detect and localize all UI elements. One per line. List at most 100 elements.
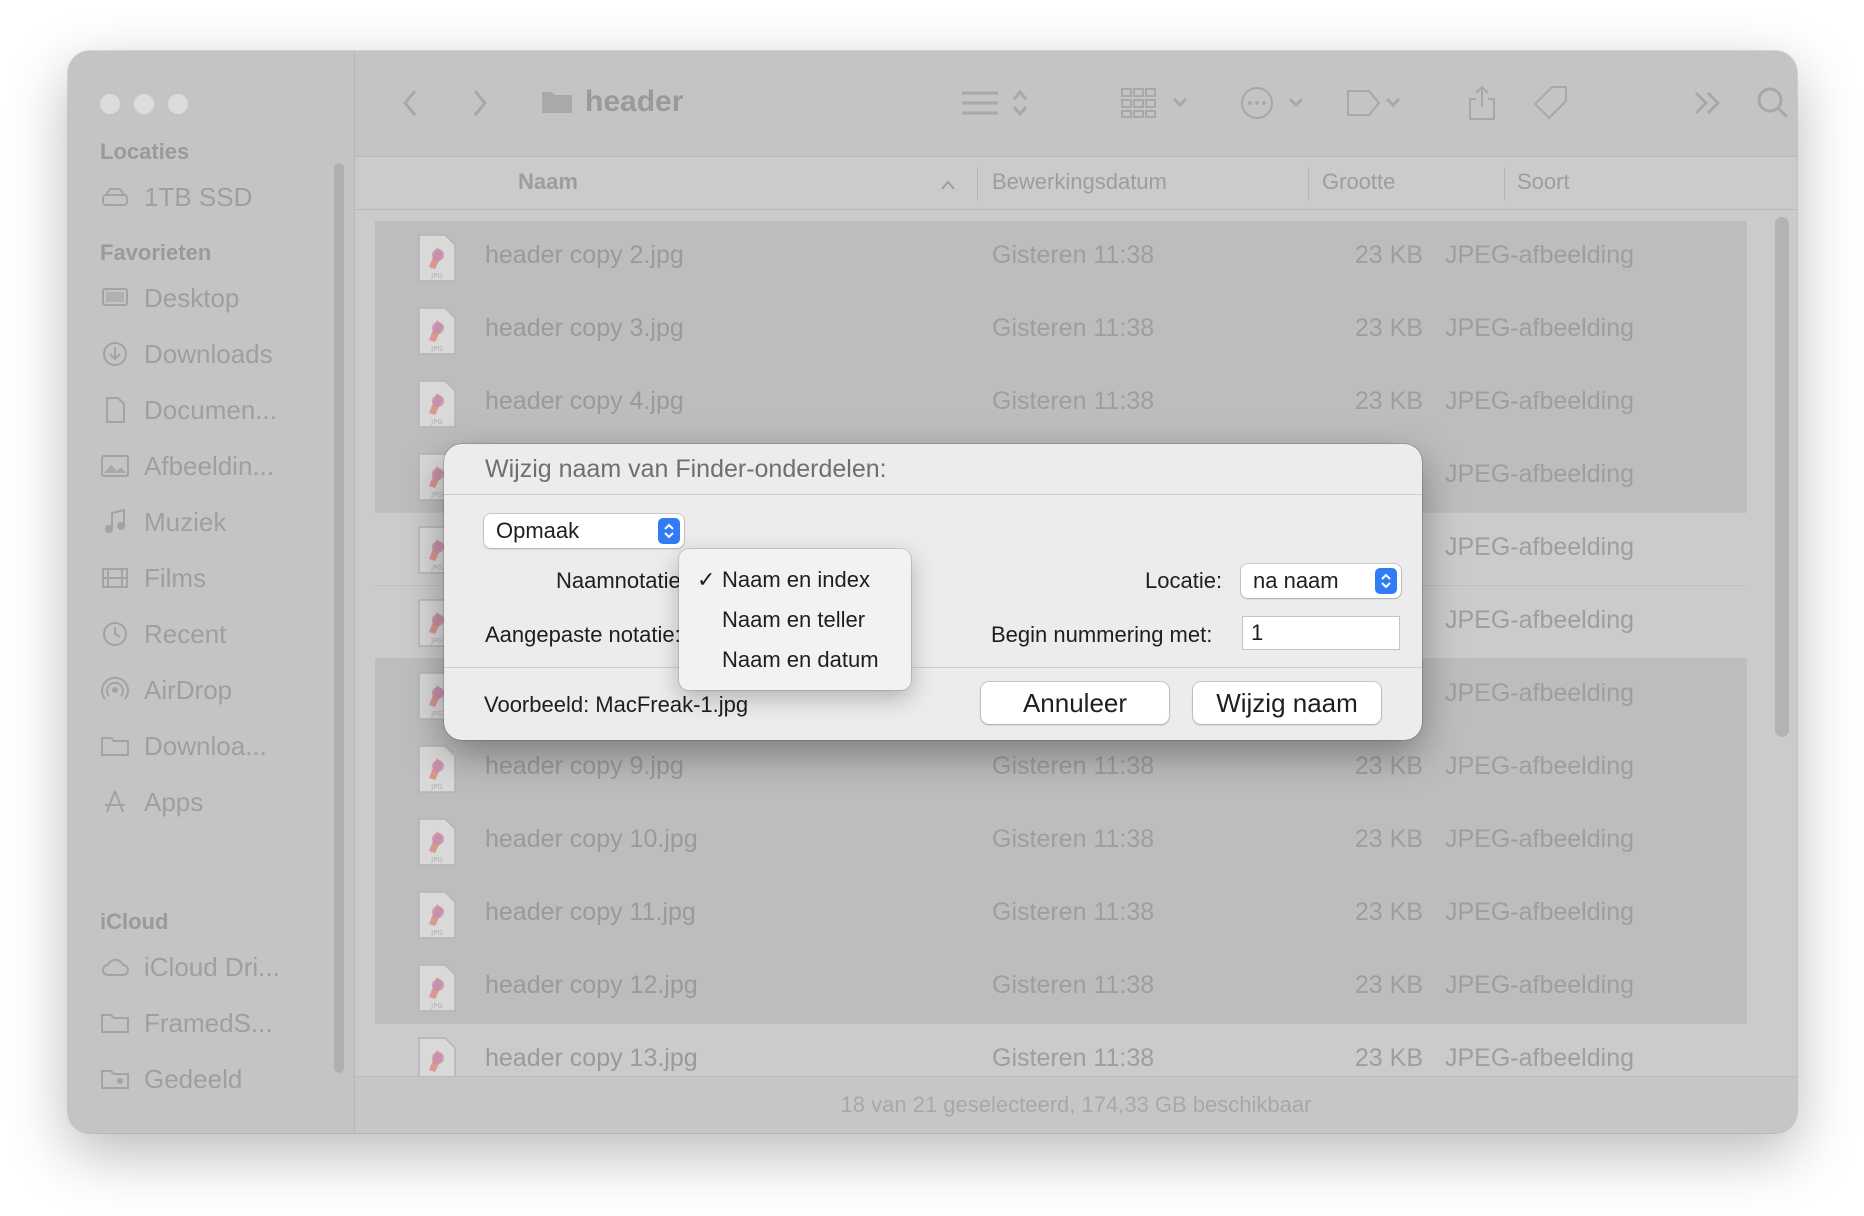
list-view-icon bbox=[962, 89, 1028, 117]
search-icon bbox=[1757, 87, 1789, 119]
zoom-window-button[interactable] bbox=[168, 94, 188, 114]
file-kind: JPEG-afbeelding bbox=[1445, 241, 1635, 269]
cancel-button[interactable]: Annuleer bbox=[981, 682, 1169, 724]
menu-item-name-and-counter[interactable]: Naam en teller bbox=[679, 600, 911, 640]
sidebar-item-icloud-drive[interactable]: iCloud Dri... bbox=[100, 947, 280, 987]
sidebar-scrollbar[interactable] bbox=[334, 163, 344, 1073]
sidebar-item-downloads[interactable]: Downloads bbox=[100, 334, 273, 374]
location-popup[interactable]: na naam bbox=[1241, 564, 1401, 598]
location-value: na naam bbox=[1253, 568, 1339, 593]
sidebar-item-label: Afbeeldin... bbox=[144, 450, 275, 481]
status-bar: 18 van 21 geselecteerd, 174,33 GB beschi… bbox=[355, 1076, 1797, 1133]
rename-button[interactable]: Wijzig naam bbox=[1193, 682, 1381, 724]
action-button[interactable] bbox=[1240, 81, 1312, 125]
sidebar-item-recent[interactable]: Recent bbox=[100, 614, 226, 654]
sidebar-item-pictures[interactable]: Afbeeldin... bbox=[100, 446, 274, 486]
column-divider[interactable] bbox=[1504, 167, 1505, 201]
file-size: 23 KB bbox=[1354, 971, 1423, 999]
sidebar-item-label: Apps bbox=[144, 786, 204, 817]
rename-mode-value: Opmaak bbox=[496, 518, 580, 543]
file-kind: JPEG-afbeelding bbox=[1445, 533, 1635, 561]
table-row[interactable]: JPG header copy 2.jpg Gisteren 11:38 23 KB J… bbox=[375, 221, 1747, 294]
share-button[interactable] bbox=[1465, 81, 1499, 125]
svg-text:JPG: JPG bbox=[430, 783, 443, 791]
file-size: 23 KB bbox=[1354, 825, 1423, 853]
list-view-button[interactable] bbox=[957, 81, 1037, 125]
cloud-icon bbox=[100, 952, 130, 982]
document-icon bbox=[100, 395, 130, 425]
file-name: header copy 12.jpg bbox=[485, 971, 698, 999]
group-button[interactable] bbox=[1120, 81, 1196, 125]
file-name: header copy 10.jpg bbox=[485, 825, 698, 853]
column-kind[interactable]: Soort bbox=[1517, 169, 1570, 195]
sidebar-item-label: Desktop bbox=[144, 282, 240, 313]
close-window-button[interactable] bbox=[100, 94, 120, 114]
more-icon bbox=[1241, 87, 1304, 119]
download-icon bbox=[100, 339, 130, 369]
sidebar-item-airdrop[interactable]: AirDrop bbox=[100, 670, 232, 710]
sidebar-item-label: iCloud Dri... bbox=[144, 951, 280, 982]
svg-text:JPG: JPG bbox=[430, 418, 443, 426]
sidebar-item-desktop[interactable]: Desktop bbox=[100, 278, 239, 318]
sidebar-item-downloads-folder[interactable]: Downloa... bbox=[100, 726, 267, 766]
sidebar-item-shared[interactable]: Gedeeld bbox=[100, 1059, 242, 1099]
search-button[interactable] bbox=[1755, 81, 1791, 125]
file-kind: JPEG-afbeelding bbox=[1445, 825, 1635, 853]
sidebar-section-locations: Locaties bbox=[100, 139, 190, 164]
file-date: Gisteren 11:38 bbox=[992, 1044, 1155, 1072]
column-date[interactable]: Bewerkingsdatum bbox=[992, 169, 1167, 195]
column-divider[interactable] bbox=[1308, 167, 1309, 201]
sidebar-item-films[interactable]: Films bbox=[100, 558, 206, 598]
location-label: Locatie: bbox=[1145, 568, 1223, 593]
file-size: 23 KB bbox=[1354, 1044, 1423, 1072]
back-button[interactable] bbox=[395, 81, 425, 125]
minimize-window-button[interactable] bbox=[134, 94, 154, 114]
svg-text:JPG: JPG bbox=[430, 345, 443, 353]
table-row[interactable]: JPG header copy 10.jpg Gisteren 11:38 23 KB… bbox=[375, 805, 1747, 878]
file-list-scrollbar[interactable] bbox=[1775, 217, 1789, 737]
sidebar-item-documents[interactable]: Documen... bbox=[100, 390, 277, 430]
column-divider[interactable] bbox=[977, 167, 978, 201]
column-size[interactable]: Grootte bbox=[1322, 169, 1395, 195]
start-number-field[interactable]: 1 bbox=[1242, 616, 1400, 650]
sidebar-item-label: AirDrop bbox=[144, 674, 233, 705]
tags-button[interactable] bbox=[1531, 81, 1571, 125]
sidebar-section-icloud: iCloud bbox=[100, 909, 169, 934]
svg-text:JPG: JPG bbox=[430, 637, 443, 645]
dialog-divider bbox=[444, 494, 1422, 495]
name-format-label: Naamnotatie: bbox=[556, 568, 687, 593]
column-name[interactable]: Naam bbox=[518, 169, 578, 195]
table-row[interactable]: JPG header copy 4.jpg Gisteren 11:38 23 KB J… bbox=[375, 367, 1747, 440]
table-row[interactable]: JPG header copy 9.jpg Gisteren 11:38 23 KB J… bbox=[375, 732, 1747, 805]
table-row[interactable]: JPG header copy 11.jpg Gisteren 11:38 23 KB… bbox=[375, 878, 1747, 951]
table-row[interactable]: JPG header copy 12.jpg Gisteren 11:38 23 KB… bbox=[375, 951, 1747, 1024]
sidebar-item-1tb-ssd[interactable]: 1TB SSD bbox=[100, 177, 252, 217]
sidebar-item-framed[interactable]: FramedS... bbox=[100, 1003, 273, 1043]
file-size: 23 KB bbox=[1354, 752, 1423, 780]
jpeg-file-icon: JPG bbox=[415, 744, 459, 794]
apps-icon bbox=[100, 787, 130, 817]
file-size: 23 KB bbox=[1354, 898, 1423, 926]
table-row[interactable]: JPG header copy 3.jpg Gisteren 11:38 23 KB J… bbox=[375, 294, 1747, 367]
shared-folder-icon bbox=[100, 1064, 130, 1094]
more-toolbar-button[interactable] bbox=[1691, 81, 1725, 125]
tag-menu-button[interactable] bbox=[1345, 81, 1405, 125]
file-kind: JPEG-afbeelding bbox=[1445, 387, 1635, 415]
rename-mode-popup[interactable]: Opmaak bbox=[484, 514, 684, 548]
chevron-right-icon bbox=[473, 90, 487, 116]
toolbar: header bbox=[355, 51, 1797, 157]
menu-item-name-and-index[interactable]: ✓ Naam en index bbox=[679, 560, 911, 600]
window-title: header bbox=[541, 85, 683, 119]
forward-button[interactable] bbox=[465, 81, 495, 125]
up-down-chevron-icon bbox=[1375, 568, 1397, 594]
menu-item-label: Naam en teller bbox=[722, 607, 866, 632]
checkmark-icon: ✓ bbox=[697, 567, 716, 592]
sidebar-item-music[interactable]: Muziek bbox=[100, 502, 226, 542]
menu-item-name-and-date[interactable]: Naam en datum bbox=[679, 640, 911, 680]
svg-text:JPG: JPG bbox=[430, 272, 443, 280]
sidebar-item-apps[interactable]: Apps bbox=[100, 782, 203, 822]
double-chevron-icon bbox=[1694, 91, 1721, 115]
file-date: Gisteren 11:38 bbox=[992, 898, 1155, 926]
file-name: header copy 4.jpg bbox=[485, 387, 684, 415]
chevron-left-icon bbox=[403, 90, 417, 116]
